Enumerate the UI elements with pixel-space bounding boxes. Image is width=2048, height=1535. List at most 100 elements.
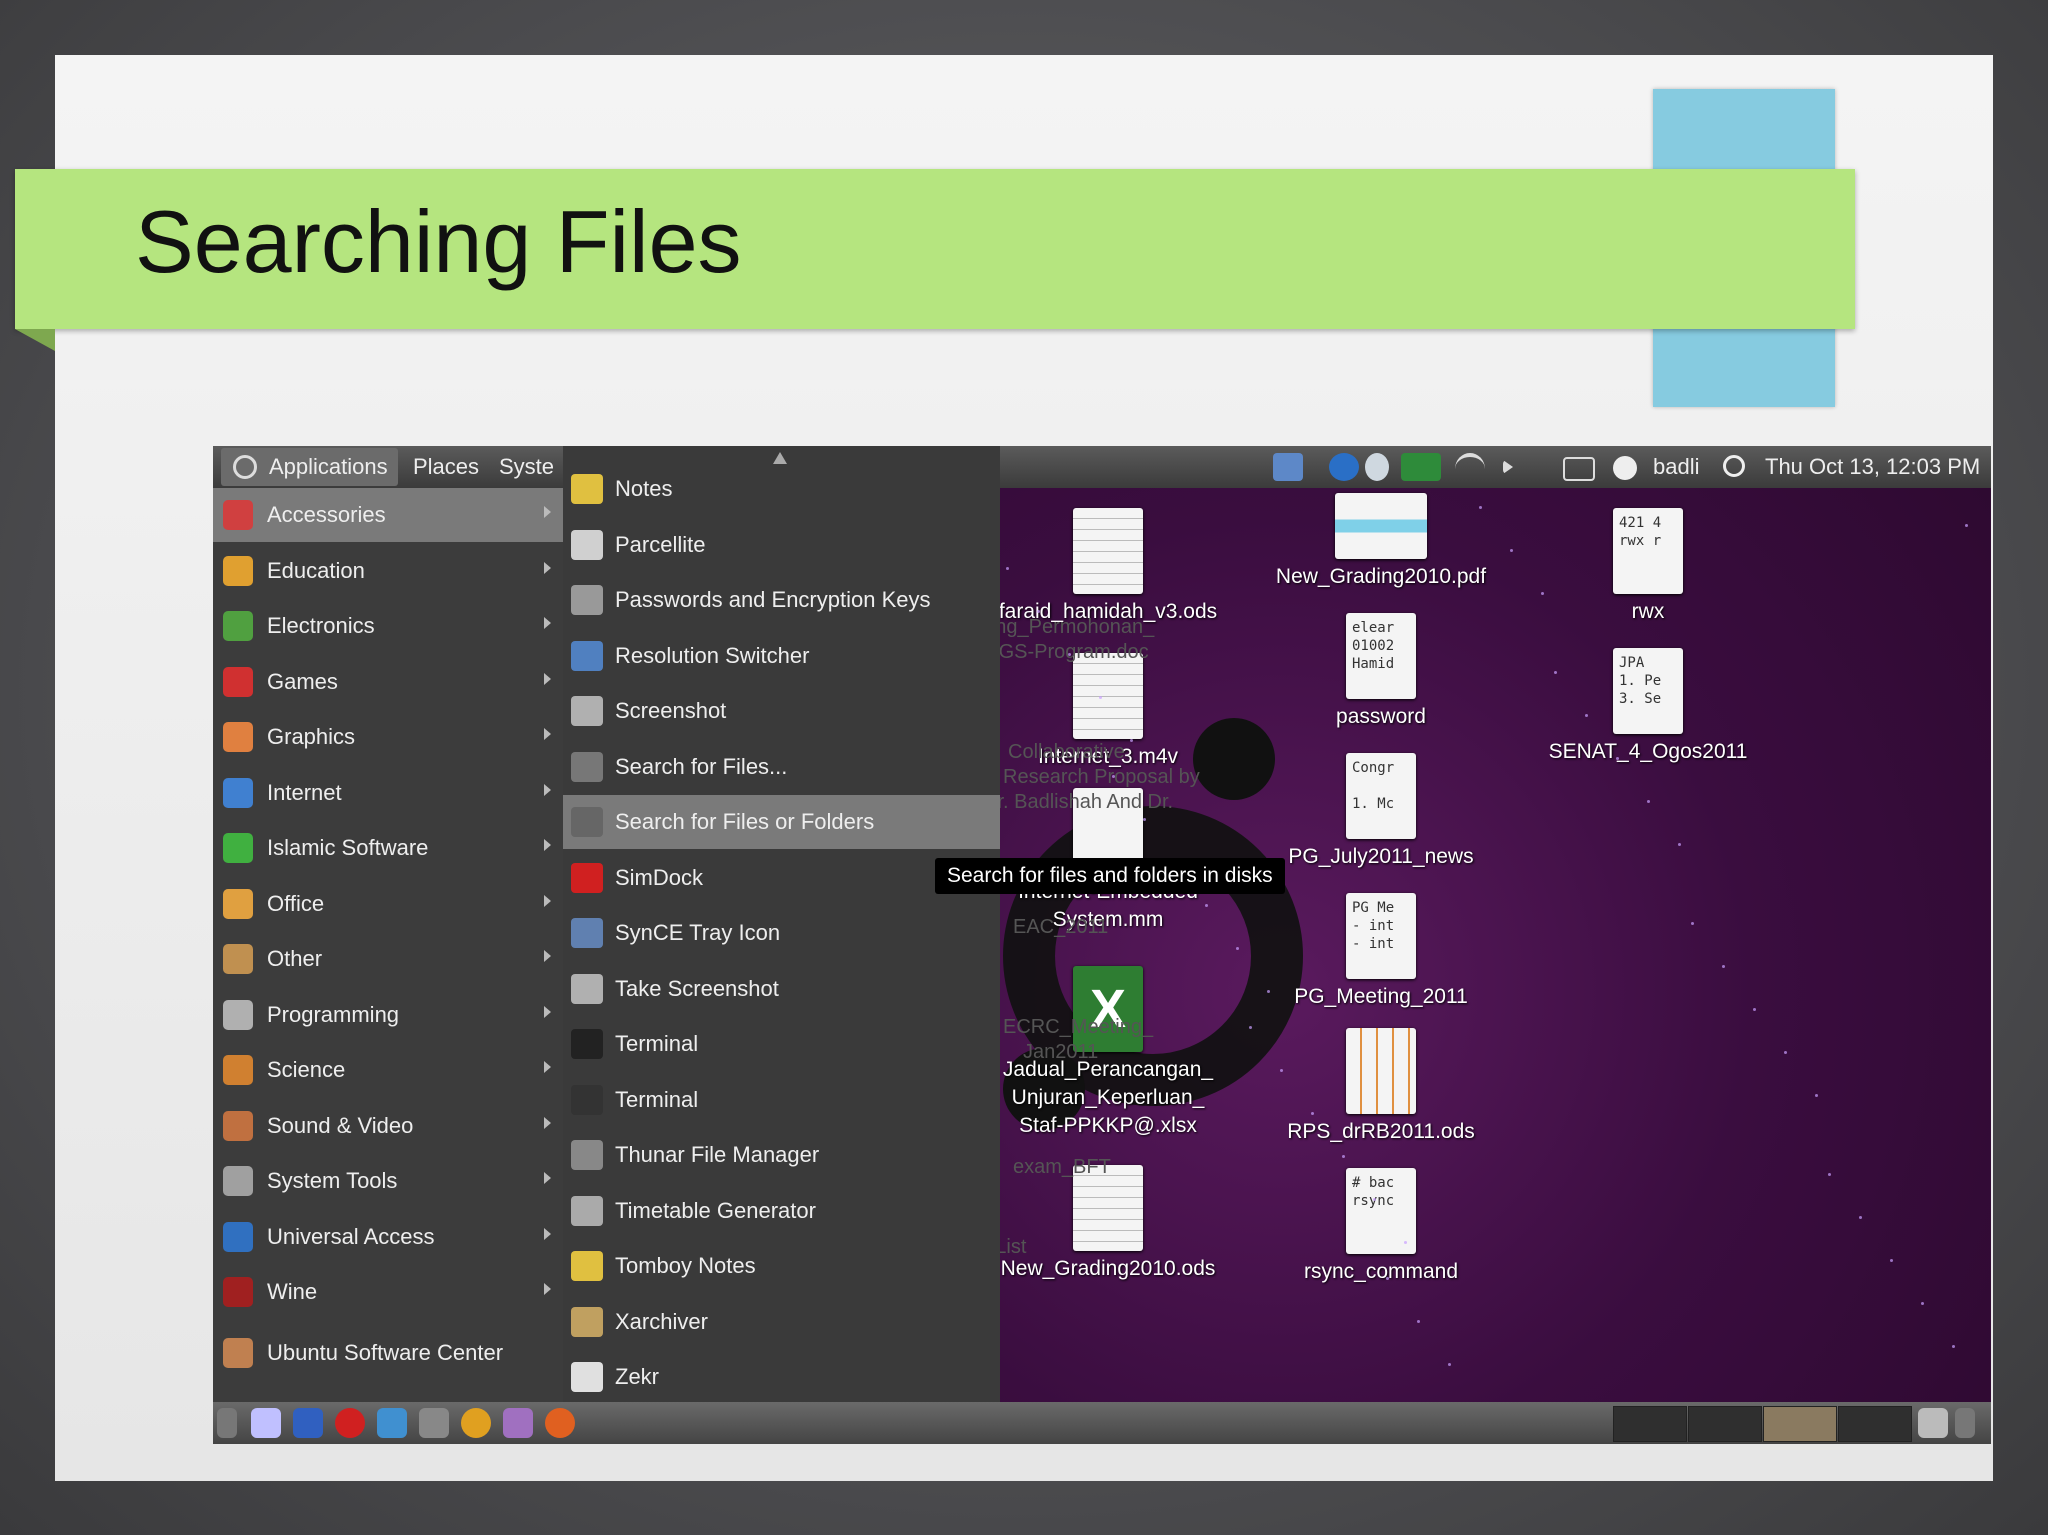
taskbar-window-button[interactable] — [1763, 1406, 1837, 1442]
desktop-file-icon[interactable]: RPS_drRB2011.ods — [1266, 1028, 1496, 1146]
user-name[interactable]: badli — [1653, 446, 1699, 488]
file-name: New_Grading2010.ods — [1000, 1257, 1216, 1280]
ubuntu-logo-icon — [233, 455, 257, 479]
ubuntu-screenshot: faraid_hamidah_v3.ods New_Grading2010.pdf… — [213, 446, 1991, 1444]
category-sound-video[interactable]: Sound & Video — [213, 1099, 563, 1153]
trash-icon[interactable] — [1918, 1408, 1948, 1438]
desktop-file-icon[interactable]: 421 4 rwx r rwx — [1533, 508, 1763, 626]
universal-access-icon — [223, 1221, 253, 1252]
system-menu[interactable]: Syste — [499, 446, 554, 488]
power-icon[interactable] — [1723, 455, 1745, 477]
desktop-file-icon[interactable]: elear 01002 Hamid password — [1266, 613, 1496, 731]
desktop-file-icon[interactable]: Congr 1. Mc PG_July2011_news — [1266, 753, 1496, 871]
category-electronics[interactable]: Electronics — [213, 599, 563, 653]
menu-item-resolution-switcher[interactable]: Resolution Switcher — [563, 629, 1000, 683]
menu-item-label: Zekr — [615, 1364, 659, 1389]
menu-item-search-for-files[interactable]: Search for Files... — [563, 740, 1000, 794]
category-label: System Tools — [267, 1168, 398, 1193]
firefox-icon[interactable] — [545, 1408, 575, 1438]
desktop-file-icon[interactable]: New_Grading2010.ods — [993, 1165, 1223, 1283]
taskbar-window-button[interactable] — [1838, 1406, 1912, 1442]
desktop-file-icon[interactable]: # bac rsync rsync_command — [1266, 1168, 1496, 1286]
slide: Searching Files 35 faraid_hamidah_v3.ods… — [15, 55, 1993, 1481]
star-decoration — [1099, 696, 1102, 699]
menu-item-terminal[interactable]: Terminal — [563, 1073, 1000, 1127]
star-decoration — [1448, 1363, 1451, 1366]
category-universal-access[interactable]: Universal Access — [213, 1210, 563, 1264]
menu-item-xarchiver[interactable]: Xarchiver — [563, 1295, 1000, 1349]
wifi-icon[interactable] — [1455, 453, 1485, 485]
menu-item-thunar-file-manager[interactable]: Thunar File Manager — [563, 1128, 1000, 1182]
chevron-right-icon — [544, 1005, 551, 1018]
taskbar-window-button[interactable] — [1688, 1406, 1762, 1442]
menu-item-terminal[interactable]: Terminal — [563, 1017, 1000, 1071]
hp-icon[interactable] — [1329, 453, 1359, 481]
display-icon[interactable] — [1273, 453, 1303, 481]
star-decoration — [1205, 904, 1208, 907]
chevron-right-icon — [544, 1061, 551, 1073]
category-label: Sound & Video — [267, 1112, 414, 1138]
star-decoration — [1130, 739, 1133, 742]
category-internet[interactable]: Internet — [213, 766, 563, 820]
applications-menu-button[interactable]: Applications — [221, 448, 398, 486]
category-programming[interactable]: Programming — [213, 988, 563, 1042]
monitor-icon[interactable] — [419, 1408, 449, 1438]
chrome-icon[interactable] — [461, 1408, 491, 1438]
category-system-tools[interactable]: System Tools — [213, 1154, 563, 1208]
office-icon — [223, 888, 253, 919]
star-decoration — [1143, 818, 1146, 821]
battery-meter-icon[interactable] — [1401, 453, 1441, 481]
thunar-icon[interactable] — [377, 1408, 407, 1438]
star-decoration — [1965, 524, 1968, 527]
faded-desktop-label: Jan2011 — [1023, 1041, 1099, 1063]
category-islamic-software[interactable]: Islamic Software — [213, 821, 563, 875]
google-icon[interactable] — [293, 1408, 323, 1438]
menu-item-label: Screenshot — [615, 698, 727, 723]
menu-item-take-screenshot[interactable]: Take Screenshot — [563, 962, 1000, 1016]
faded-desktop-label: Research Proposal by — [1003, 766, 1200, 788]
menu-item-synce-tray-icon[interactable]: SynCE Tray Icon — [563, 906, 1000, 960]
file-name: rsync_command — [1303, 1260, 1459, 1283]
opera-icon[interactable] — [335, 1408, 365, 1438]
update-icon[interactable] — [1365, 453, 1389, 481]
magnifier-icon — [571, 807, 603, 837]
menu-item-timetable-generator[interactable]: Timetable Generator — [563, 1184, 1000, 1238]
category-graphics[interactable]: Graphics — [213, 710, 563, 764]
menu-item-passwords-and-encryption-keys[interactable]: Passwords and Encryption Keys — [563, 573, 1000, 627]
menu-item-zekr[interactable]: Zekr — [563, 1350, 1000, 1404]
star-decoration — [1722, 965, 1725, 968]
category-ubuntu-software-center[interactable]: Ubuntu Software Center — [213, 1326, 563, 1380]
menu-item-search-for-files-or-folders[interactable]: Search for Files or Folders — [563, 795, 1000, 849]
chevron-right-icon — [544, 950, 551, 962]
chevron-right-icon[interactable] — [1955, 1408, 1975, 1438]
chevron-left-icon[interactable] — [217, 1408, 237, 1438]
desktop-file-icon[interactable]: faraid_hamidah_v3.ods — [993, 508, 1223, 626]
category-education[interactable]: Education — [213, 544, 563, 598]
desktop-file-icon[interactable]: JPA 1. Pe 3. Se SENAT_4_Ogos2011 — [1533, 648, 1763, 766]
category-label: Education — [267, 557, 365, 583]
category-accessories[interactable]: Accessories — [213, 488, 563, 542]
category-other[interactable]: Other — [213, 932, 563, 986]
pidgin-icon[interactable] — [503, 1408, 533, 1438]
menu-item-notes[interactable]: Notes — [563, 462, 1000, 516]
category-wine[interactable]: Wine — [213, 1265, 563, 1319]
places-menu[interactable]: Places — [413, 446, 479, 488]
category-science[interactable]: Science — [213, 1043, 563, 1097]
taskbar-window-button[interactable] — [1613, 1406, 1687, 1442]
synce-icon — [571, 918, 603, 948]
category-games[interactable]: Games — [213, 655, 563, 709]
menu-item-tomboy-notes[interactable]: Tomboy Notes — [563, 1239, 1000, 1293]
clock[interactable]: Thu Oct 13, 12:03 PM — [1765, 446, 1980, 488]
menu-item-parcellite[interactable]: Parcellite — [563, 518, 1000, 572]
files-icon[interactable] — [251, 1408, 281, 1438]
category-label: Graphics — [267, 724, 356, 749]
star-decoration — [1828, 1173, 1831, 1176]
category-office[interactable]: Office — [213, 877, 563, 931]
menu-item-screenshot[interactable]: Screenshot — [563, 684, 1000, 738]
mail-icon[interactable] — [1563, 457, 1595, 481]
user-icon — [1613, 456, 1637, 480]
electronics-icon — [223, 611, 253, 641]
volume-icon[interactable] — [1503, 460, 1513, 474]
desktop-file-icon[interactable]: PG Me - int - int PG_Meeting_2011 — [1266, 893, 1496, 1011]
desktop-file-icon[interactable]: New_Grading2010.pdf — [1266, 493, 1496, 591]
